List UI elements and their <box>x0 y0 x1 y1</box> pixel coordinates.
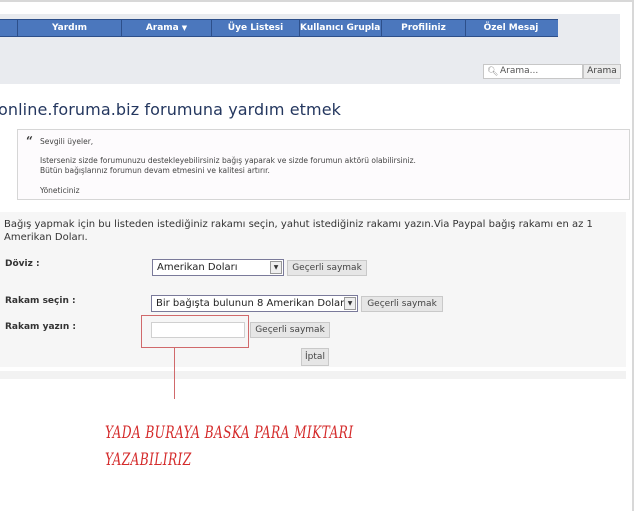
amount-input-label: Rakam yazın : <box>5 322 76 332</box>
currency-label: Döviz : <box>5 259 40 269</box>
amount-input[interactable] <box>151 322 245 338</box>
amount-select-label: Rakam seçin : <box>5 296 76 306</box>
annotation-text: YADA BURAYA BASKA PARA MIKTARI YAZABILIR… <box>105 420 353 474</box>
magnifier-icon: 🔍︎ <box>487 67 499 77</box>
quote-icon: “ <box>26 134 33 148</box>
nav-item-profiliniz[interactable]: Profiliniz <box>382 20 466 36</box>
chevron-down-icon: ▼ <box>181 24 188 32</box>
nav-label: Yardım <box>51 23 88 33</box>
amount-apply-button[interactable]: Geçerli saymak <box>361 296 443 312</box>
search-button[interactable]: Arama <box>583 64 621 79</box>
page-title: online.foruma.biz forumuna yardım etmek <box>0 100 342 119</box>
annotation-line-2: YAZABILIRIZ <box>105 450 192 470</box>
nav-item-partial[interactable] <box>0 20 18 36</box>
nav-item-uye-listesi[interactable]: Üye Listesi <box>212 20 300 36</box>
quote-greeting: Sevgili üyeler, <box>40 137 94 146</box>
search-input[interactable]: 🔍︎ Arama... <box>483 64 583 79</box>
nav-label: Profiliniz <box>401 23 446 33</box>
nav-label: Kullanıcı Grupları <box>300 23 382 33</box>
quote-signature: Yöneticiniz <box>40 186 80 195</box>
nav-label: Arama <box>145 23 179 33</box>
quote-line-2: Bütün bağışlarınız forumun devam etmesin… <box>40 166 270 175</box>
nav-label: Üye Listesi <box>227 23 284 33</box>
nav-item-yardim[interactable]: Yardım <box>18 20 122 36</box>
amount-selected-value: Bir bağışta bulunun 8 Amerikan Doları <box>156 298 348 309</box>
chevron-down-icon: ▼ <box>344 297 356 310</box>
donation-form-footer <box>0 371 626 379</box>
amount-input-apply-button[interactable]: Geçerli saymak <box>250 322 330 338</box>
cancel-button[interactable]: İptal <box>301 348 329 366</box>
quote-line-1: Isterseniz sizde forumunuzu destekleyebi… <box>40 156 416 165</box>
currency-selected-value: Amerikan Doları <box>157 262 238 273</box>
amount-select[interactable]: Bir bağışta bulunun 8 Amerikan Doları ▼ <box>151 295 358 312</box>
donation-intro-text: Bağış yapmak için bu listeden istediğini… <box>4 219 593 243</box>
main-navbar: Yardım Arama ▼ Üye Listesi Kullanıcı Grup… <box>0 19 558 37</box>
currency-select[interactable]: Amerikan Doları ▼ <box>152 259 284 276</box>
nav-item-kullanici-gruplari[interactable]: Kullanıcı Grupları <box>300 20 382 36</box>
currency-apply-button[interactable]: Geçerli saymak <box>287 260 367 276</box>
nav-label: Özel Mesaj <box>483 23 539 33</box>
search-placeholder: Arama... <box>500 66 539 76</box>
nav-item-arama[interactable]: Arama ▼ <box>122 20 212 36</box>
chevron-down-icon: ▼ <box>270 261 282 274</box>
donation-message-box: “ Sevgili üyeler, Isterseniz sizde forum… <box>17 129 630 200</box>
nav-item-ozel-mesaj[interactable]: Özel Mesaj <box>466 20 556 36</box>
annotation-line-1: YADA BURAYA BASKA PARA MIKTARI <box>105 423 354 443</box>
